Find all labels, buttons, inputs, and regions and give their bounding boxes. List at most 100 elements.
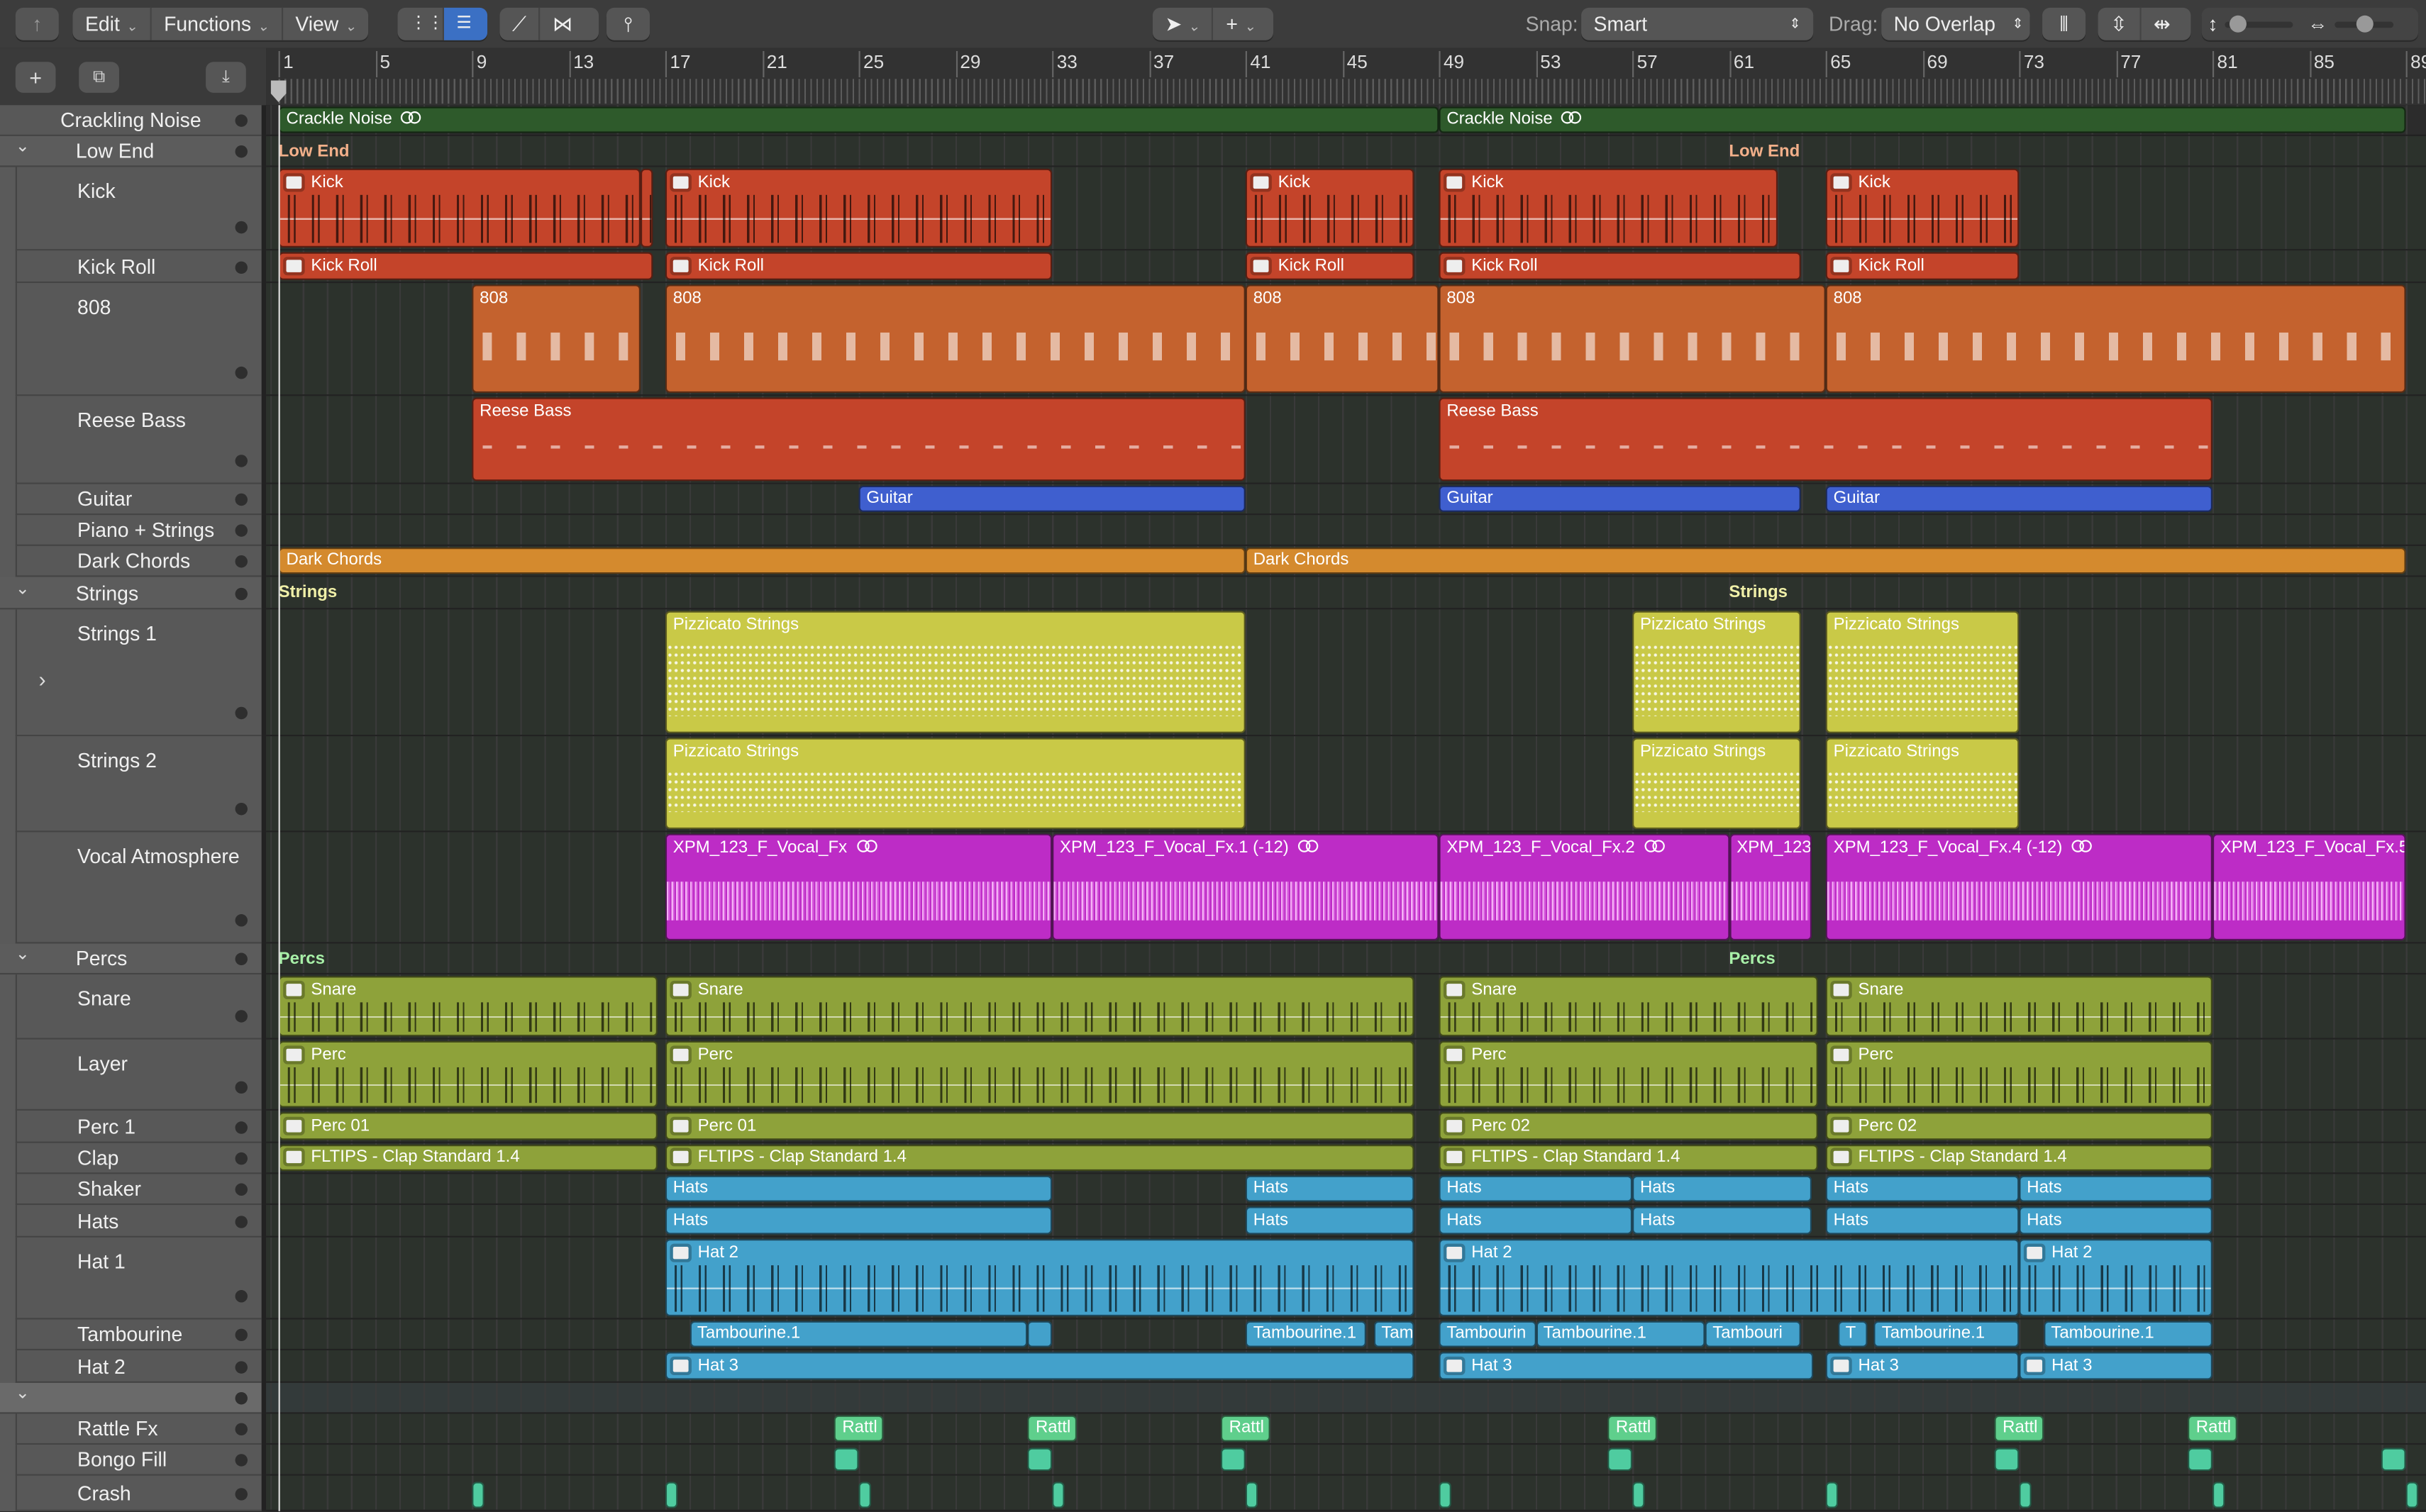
- region-perc-02[interactable]: Perc 02: [1825, 1112, 2212, 1140]
- track-header-strings-2[interactable]: Strings 2: [15, 736, 262, 833]
- region-crash[interactable]: [2405, 1482, 2418, 1508]
- region-crash[interactable]: [1439, 1482, 1451, 1508]
- track-header-piano-strings[interactable]: Piano + Strings: [15, 515, 262, 546]
- region-hat-3[interactable]: Hat 3: [1825, 1352, 2020, 1380]
- region-snare[interactable]: Snare: [1439, 976, 1819, 1037]
- region-crash[interactable]: [858, 1482, 871, 1508]
- region-hats[interactable]: Hats: [1632, 1206, 1812, 1235]
- region-pizzicato-strings[interactable]: Pizzicato Strings: [665, 738, 1246, 830]
- record-indicator-icon[interactable]: [235, 1152, 248, 1165]
- track-header-rattle-fx[interactable]: Rattle Fx: [15, 1413, 262, 1445]
- region-rattl[interactable]: Rattl: [1221, 1415, 1270, 1442]
- automation-icon[interactable]: ⟋: [499, 7, 541, 40]
- vertical-zoom-slider[interactable]: [2224, 14, 2293, 32]
- functions-menu[interactable]: Functions ⌄: [152, 7, 283, 40]
- region-pizzicato-strings[interactable]: Pizzicato Strings: [1632, 611, 1802, 733]
- track-header-reese-bass[interactable]: Reese Bass: [15, 396, 262, 484]
- region-kick[interactable]: Kick: [665, 168, 1053, 248]
- track-header-hats[interactable]: Hats: [15, 1205, 262, 1238]
- region-perc[interactable]: Perc: [1439, 1040, 1819, 1108]
- region-xpm-123-f-vocal-fx-4-12[interactable]: XPM_123_F_Vocal_Fx.4 (-12): [1825, 833, 2212, 941]
- track-header-hat-1[interactable]: Hat 1: [15, 1237, 262, 1320]
- track-header-dark-chords[interactable]: Dark Chords: [15, 545, 262, 577]
- region-t[interactable]: T: [1837, 1321, 1867, 1347]
- track-header-guitar[interactable]: Guitar: [15, 484, 262, 516]
- region-xpm-123-f-vocal-fx[interactable]: XPM_123_F_Vocal_Fx: [665, 833, 1053, 941]
- record-indicator-icon[interactable]: [235, 260, 248, 273]
- region-crash[interactable]: [1052, 1482, 1065, 1508]
- region-bongo-fill[interactable]: [1995, 1447, 2020, 1472]
- drag-select[interactable]: No Overlap ⇕: [1881, 7, 2030, 40]
- region-pizzicato-strings[interactable]: Pizzicato Strings: [1825, 611, 2020, 733]
- region-808[interactable]: 808: [1439, 284, 1826, 393]
- region-crash[interactable]: [472, 1482, 484, 1508]
- region-perc-01[interactable]: Perc 01: [278, 1112, 658, 1140]
- region-rattl[interactable]: Rattl: [1995, 1415, 2044, 1442]
- region-kick[interactable]: [641, 168, 653, 248]
- region-bongo-fill[interactable]: [1221, 1447, 1246, 1472]
- region-kick[interactable]: Kick: [1825, 168, 2020, 248]
- region-crash[interactable]: [2019, 1482, 2032, 1508]
- record-indicator-icon[interactable]: [235, 555, 248, 568]
- disclosure-chevron-icon[interactable]: ⌄: [16, 943, 30, 964]
- track-header-snare[interactable]: Snare: [15, 974, 262, 1040]
- track-header-kick[interactable]: Kick: [15, 167, 262, 251]
- region-rattl[interactable]: Rattl: [834, 1415, 883, 1442]
- record-indicator-icon[interactable]: [235, 914, 248, 927]
- track-header-strings-1[interactable]: › Strings 1: [15, 609, 262, 737]
- region-kick-roll[interactable]: Kick Roll: [665, 252, 1053, 280]
- fit-vertical-icon[interactable]: ⇳: [2098, 7, 2142, 40]
- track-header-strings[interactable]: ⌄ Strings: [0, 577, 262, 610]
- region-guitar[interactable]: Guitar: [1825, 485, 2212, 512]
- track-header-low-end[interactable]: ⌄ Low End: [0, 135, 262, 167]
- region-dark-chords[interactable]: Dark Chords: [278, 547, 1246, 574]
- track-header-shaker[interactable]: Shaker: [15, 1174, 262, 1206]
- waveform-zoom-button[interactable]: ⦀: [2042, 7, 2086, 40]
- region-xpm-123-f-vocal-fx-5[interactable]: XPM_123_F_Vocal_Fx.5: [2212, 833, 2406, 941]
- region-808[interactable]: 808: [472, 284, 641, 393]
- region-hats[interactable]: Hats: [665, 1206, 1053, 1235]
- record-indicator-icon[interactable]: [235, 1328, 248, 1342]
- region-pizzicato-strings[interactable]: Pizzicato Strings: [665, 611, 1246, 733]
- track-header-crash[interactable]: Crash: [15, 1475, 262, 1511]
- region-hats[interactable]: Hats: [2019, 1175, 2212, 1202]
- region-rattl[interactable]: Rattl: [1028, 1415, 1077, 1442]
- record-indicator-icon[interactable]: [235, 1010, 248, 1023]
- disclosure-chevron-icon[interactable]: ⌄: [16, 578, 30, 598]
- region-dark-chords[interactable]: Dark Chords: [1245, 547, 2406, 574]
- record-indicator-icon[interactable]: [235, 1290, 248, 1303]
- disclosure-chevron-icon[interactable]: ⌄: [16, 1383, 30, 1403]
- region-crackle-noise[interactable]: Crackle Noise: [278, 106, 1439, 133]
- region-kick[interactable]: Kick: [1439, 168, 1778, 248]
- track-header-crackling-noise[interactable]: Crackling Noise: [0, 105, 262, 136]
- region-snare[interactable]: Snare: [665, 976, 1415, 1037]
- region-hats[interactable]: Hats: [1825, 1175, 2020, 1202]
- region-kick-roll[interactable]: Kick Roll: [1245, 252, 1415, 280]
- track-header-percs[interactable]: ⌄ Percs: [0, 943, 262, 975]
- region-crash[interactable]: [665, 1482, 677, 1508]
- region-snare[interactable]: Snare: [1825, 976, 2212, 1037]
- region-kick-roll[interactable]: Kick Roll: [1825, 252, 2020, 280]
- record-indicator-icon[interactable]: [235, 706, 248, 720]
- region-perc[interactable]: Perc: [665, 1040, 1415, 1108]
- region-hats[interactable]: Hats: [665, 1175, 1053, 1202]
- region-perc-02[interactable]: Perc 02: [1439, 1112, 1819, 1140]
- record-indicator-icon[interactable]: [235, 1391, 248, 1405]
- region-tam[interactable]: Tam: [1373, 1321, 1415, 1347]
- region-kick-roll[interactable]: Kick Roll: [278, 252, 653, 280]
- split-button[interactable]: ⫯: [606, 7, 650, 40]
- region-bongo-fill[interactable]: [1607, 1447, 1633, 1472]
- track-header-bongo-fill[interactable]: Bongo Fill: [15, 1445, 262, 1476]
- region-guitar[interactable]: Guitar: [858, 485, 1246, 512]
- region-kick[interactable]: Kick: [1245, 168, 1415, 248]
- record-indicator-icon[interactable]: [235, 1360, 248, 1373]
- region-kick[interactable]: Kick: [278, 168, 641, 248]
- region-808[interactable]: 808: [1825, 284, 2406, 393]
- grid-view-icon[interactable]: ⋮⋮: [398, 7, 444, 40]
- expand-chevron-icon[interactable]: ›: [39, 667, 46, 691]
- region-hat-3[interactable]: Hat 3: [1439, 1352, 1814, 1380]
- region-reese-bass[interactable]: Reese Bass: [472, 397, 1246, 482]
- region-crackle-noise[interactable]: Crackle Noise: [1439, 106, 2406, 133]
- region-crash[interactable]: [1632, 1482, 1645, 1508]
- region-fltips-clap-standard-1-4[interactable]: FLTIPS - Clap Standard 1.4: [1825, 1145, 2212, 1172]
